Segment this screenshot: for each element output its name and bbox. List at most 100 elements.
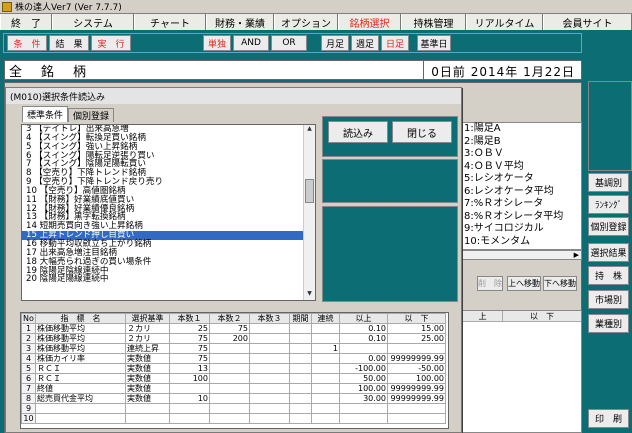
table-cell[interactable] [339, 403, 388, 414]
table-cell[interactable]: 10 [169, 393, 210, 404]
table-cell[interactable]: ２カリ [125, 333, 170, 344]
list-item[interactable]: 5:レシオケータ [463, 173, 581, 186]
table-cell[interactable] [249, 373, 290, 384]
condition-list[interactable]: 3 【デイトレ】出来高急増 4 【スイング】転換足買い銘柄 5 【スイング】強い… [21, 124, 316, 301]
table-cell[interactable] [209, 393, 250, 404]
menu-holdings[interactable]: 持株管理 [401, 14, 466, 30]
indicator-scrollbar[interactable]: ▶ [462, 250, 582, 260]
table-cell[interactable] [339, 413, 388, 424]
move-up-button[interactable]: 上へ移動 [507, 276, 541, 291]
criteria-grid[interactable]: No 指 標 名 選択基準 本数１ 本数２ 本数３ 期間 連続 以上 以 下 1… [20, 312, 449, 429]
table-cell[interactable]: 0.00 [339, 353, 388, 364]
condition-list-scrollbar[interactable]: ▲ ▼ [303, 125, 315, 300]
load-button[interactable]: 読込み [328, 121, 388, 143]
condition-button[interactable]: 条 件 [7, 35, 47, 51]
list-item[interactable]: 6:レシオケータ平均 [463, 186, 581, 199]
table-cell[interactable]: 75 [209, 323, 250, 334]
table-cell[interactable] [289, 323, 312, 334]
table-cell[interactable]: 75 [169, 343, 210, 354]
table-cell[interactable]: 99999999.99 [387, 353, 446, 364]
print-button[interactable]: 印 刷 [588, 409, 629, 428]
ranking-button[interactable]: ﾗﾝｷﾝｸﾞ [588, 195, 629, 214]
menu-financial[interactable]: 財務・業績 [206, 14, 274, 30]
execute-button[interactable]: 実 行 [91, 35, 131, 51]
table-cell[interactable]: ＲＣＩ [35, 363, 126, 374]
chevron-down-icon[interactable]: ▼ [305, 290, 314, 300]
individual-register-button[interactable]: 個別登録 [588, 217, 629, 236]
list-item[interactable]: 7:%Ｒオシレータ [463, 198, 581, 211]
table-cell[interactable] [125, 413, 170, 424]
table-cell[interactable] [249, 323, 290, 334]
table-cell[interactable] [311, 363, 340, 374]
table-row[interactable]: 7 終値 実数値 100.00 99999999.99 [21, 383, 446, 394]
table-cell[interactable]: 総売買代金平均 [35, 393, 126, 404]
table-cell[interactable]: 13 [169, 363, 210, 374]
indicator-list[interactable]: 1:陽足A 2:陽足B 3:ＯＢＶ 4:ＯＢＶ平均 5:レシオケータ 6:レシオ… [462, 122, 582, 250]
menu-chart[interactable]: チャート [134, 14, 206, 30]
move-down-button[interactable]: 下へ移動 [543, 276, 577, 291]
menu-exit[interactable]: 終 了 [0, 14, 52, 30]
table-cell[interactable] [289, 353, 312, 364]
menu-system[interactable]: システム [52, 14, 134, 30]
table-cell[interactable]: 100.00 [387, 373, 446, 384]
table-cell[interactable] [387, 413, 446, 424]
table-cell[interactable] [289, 373, 312, 384]
monthly-button[interactable]: 月足 [321, 35, 349, 51]
menu-realtime[interactable]: リアルタイム [466, 14, 543, 30]
table-cell[interactable]: 実数値 [125, 393, 170, 404]
table-cell[interactable] [387, 343, 446, 354]
table-cell[interactable] [289, 393, 312, 404]
table-cell[interactable] [249, 393, 290, 404]
list-item[interactable]: 1:陽足A [463, 123, 581, 136]
table-cell[interactable] [209, 403, 250, 414]
table-cell[interactable]: 200 [209, 333, 250, 344]
table-cell[interactable] [289, 413, 312, 424]
daily-button[interactable]: 日足 [381, 35, 409, 51]
table-cell[interactable]: 25 [169, 323, 210, 334]
table-cell[interactable] [249, 333, 290, 344]
table-cell[interactable] [209, 353, 250, 364]
table-cell[interactable]: ２カリ [125, 323, 170, 334]
table-cell[interactable]: 15.00 [387, 323, 446, 334]
table-cell[interactable]: 50.00 [339, 373, 388, 384]
table-cell[interactable]: 1 [311, 343, 340, 354]
market-button[interactable]: 市場別 [588, 290, 629, 309]
table-cell[interactable] [387, 403, 446, 414]
holdings-button[interactable]: 持 株 [588, 266, 629, 285]
menu-member-site[interactable]: 会員サイト [543, 14, 632, 30]
table-row[interactable]: 3 株価移動平均 連続上昇 75 1 [21, 343, 446, 354]
table-cell[interactable] [339, 343, 388, 354]
table-cell[interactable] [311, 403, 340, 414]
table-cell[interactable] [289, 383, 312, 394]
table-cell[interactable] [311, 413, 340, 424]
table-cell[interactable]: 0.10 [339, 323, 388, 334]
table-row[interactable]: 8 総売買代金平均 実数値 10 30.00 99999999.99 [21, 393, 446, 404]
table-cell[interactable]: 25.00 [387, 333, 446, 344]
table-cell[interactable]: 0.10 [339, 333, 388, 344]
table-cell[interactable] [311, 323, 340, 334]
list-item[interactable]: 8:%Ｒオシレータ平均 [463, 211, 581, 224]
table-cell[interactable]: 99999999.99 [387, 383, 446, 394]
table-cell[interactable]: -50.00 [387, 363, 446, 374]
table-cell[interactable] [311, 383, 340, 394]
basis-button[interactable]: 基調別 [588, 173, 629, 192]
table-row[interactable]: 6 ＲＣＩ 実数値 100 50.00 100.00 [21, 373, 446, 384]
menu-stock-select[interactable]: 銘柄選択 [338, 14, 401, 30]
table-cell[interactable] [249, 403, 290, 414]
table-cell[interactable] [169, 403, 210, 414]
single-button[interactable]: 単独 [203, 35, 231, 51]
table-cell[interactable] [209, 383, 250, 394]
table-row[interactable]: 5 ＲＣＩ 実数値 13 -100.00 -50.00 [21, 363, 446, 374]
table-cell[interactable] [209, 373, 250, 384]
table-cell[interactable] [249, 353, 290, 364]
table-cell[interactable] [289, 403, 312, 414]
table-row[interactable]: 10 [21, 413, 446, 424]
list-item[interactable]: 20 陰陽足陽線連続中 [22, 275, 315, 284]
list-item[interactable]: 2:陽足B [463, 136, 581, 149]
table-cell[interactable]: 実数値 [125, 363, 170, 374]
list-item[interactable]: 10:モメンタム [463, 236, 581, 249]
table-cell[interactable]: 株価移動平均 [35, 333, 126, 344]
table-row[interactable]: 2 株価移動平均 ２カリ 75 200 0.10 25.00 [21, 333, 446, 344]
table-cell[interactable] [311, 333, 340, 344]
table-cell[interactable] [125, 403, 170, 414]
